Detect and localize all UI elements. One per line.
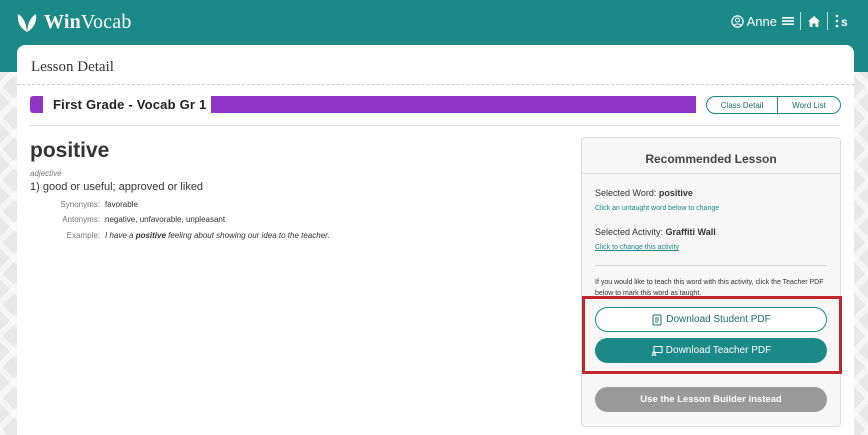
top-nav: Anne s bbox=[730, 10, 850, 32]
download-teacher-pdf-button[interactable]: Download Teacher PDF bbox=[595, 338, 827, 363]
part-of-speech: adjective bbox=[30, 169, 62, 178]
leaf-logo-icon bbox=[17, 14, 37, 32]
recommended-lesson-panel: Recommended Lesson Selected Word: positi… bbox=[581, 137, 841, 427]
nav-divider bbox=[800, 12, 801, 30]
lesson-color-cap bbox=[30, 96, 43, 113]
word-list-button[interactable]: Word List bbox=[778, 96, 841, 114]
student-document-icon bbox=[652, 314, 662, 325]
lesson-name: First Grade - Vocab Gr 1 bbox=[53, 97, 207, 112]
hamburger-menu-icon bbox=[782, 17, 794, 25]
page-title: Lesson Detail bbox=[31, 59, 114, 75]
logo-text: WinVocab bbox=[44, 10, 132, 33]
download-student-label: Download Student PDF bbox=[666, 314, 771, 325]
download-student-pdf-button[interactable]: Download Student PDF bbox=[595, 307, 827, 332]
card-header: Lesson Detail bbox=[17, 45, 854, 85]
divider bbox=[595, 265, 827, 266]
home-icon[interactable] bbox=[807, 15, 821, 28]
definition: 1) good or useful; approved or liked bbox=[30, 181, 204, 193]
lesson-bar: First Grade - Vocab Gr 1 Class Detail Wo… bbox=[30, 95, 841, 117]
change-activity-link[interactable]: Click to change this activity bbox=[595, 244, 679, 251]
selected-activity: Selected Activity: Graffiti Wall bbox=[595, 227, 716, 237]
example-sentence: I have a positive feeling about showing … bbox=[105, 231, 330, 240]
teacher-board-icon bbox=[651, 345, 663, 356]
selected-word: Selected Word: positive bbox=[595, 188, 693, 198]
word-title: positive bbox=[30, 139, 110, 162]
recommended-header: Recommended Lesson bbox=[582, 138, 840, 174]
user-name: Anne bbox=[746, 13, 777, 29]
change-word-link[interactable]: Click an untaught word below to change bbox=[595, 205, 719, 212]
download-teacher-label: Download Teacher PDF bbox=[665, 345, 772, 356]
lesson-view-toggle: Class Detail Word List bbox=[706, 96, 841, 114]
antonyms-label: Antonyms: bbox=[62, 215, 100, 224]
svg-text:s: s bbox=[841, 15, 848, 29]
antonyms-value: negative, unfavorable, unpleasant bbox=[105, 215, 226, 224]
lesson-detail-card: Lesson Detail First Grade - Vocab Gr 1 C… bbox=[17, 45, 854, 435]
class-detail-button[interactable]: Class Detail bbox=[706, 96, 778, 114]
user-menu[interactable]: Anne bbox=[730, 13, 794, 29]
lesson-color-bar bbox=[211, 96, 696, 113]
lesson-builder-button[interactable]: Use the Lesson Builder instead bbox=[595, 387, 827, 412]
antonyms-row: Antonyms: negative, unfavorable, unpleas… bbox=[52, 215, 225, 224]
synonyms-row: Synonyms: favorable bbox=[52, 200, 138, 209]
synonyms-label: Synonyms: bbox=[60, 200, 100, 209]
example-row: Example: I have a positive feeling about… bbox=[52, 231, 330, 240]
divider bbox=[30, 125, 840, 126]
nav-divider bbox=[827, 12, 828, 30]
user-icon bbox=[730, 14, 744, 28]
recommended-title: Recommended Lesson bbox=[645, 152, 777, 166]
example-label: Example: bbox=[66, 231, 100, 240]
app-switcher-icon[interactable]: s bbox=[834, 13, 850, 29]
synonyms-value: favorable bbox=[105, 200, 138, 209]
app-logo[interactable]: WinVocab bbox=[16, 10, 132, 34]
